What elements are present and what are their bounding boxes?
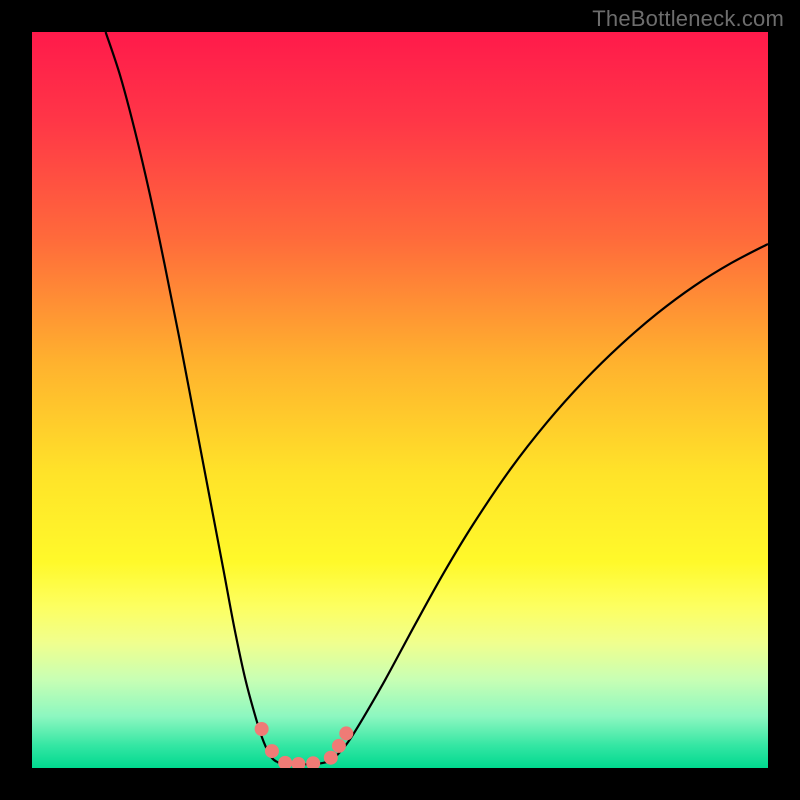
marker-point — [278, 756, 292, 768]
marker-point — [339, 726, 353, 740]
marker-point — [265, 744, 279, 758]
marker-point — [332, 739, 346, 753]
chart-curves — [32, 32, 768, 768]
marker-point — [324, 751, 338, 765]
marker-point — [255, 722, 269, 736]
plot-area — [32, 32, 768, 768]
watermark-text: TheBottleneck.com — [592, 6, 784, 32]
chart-frame: TheBottleneck.com — [0, 0, 800, 800]
marker-point — [306, 756, 320, 768]
series-right-branch — [330, 244, 768, 761]
series-left-branch — [106, 32, 277, 762]
marker-point — [291, 757, 305, 768]
